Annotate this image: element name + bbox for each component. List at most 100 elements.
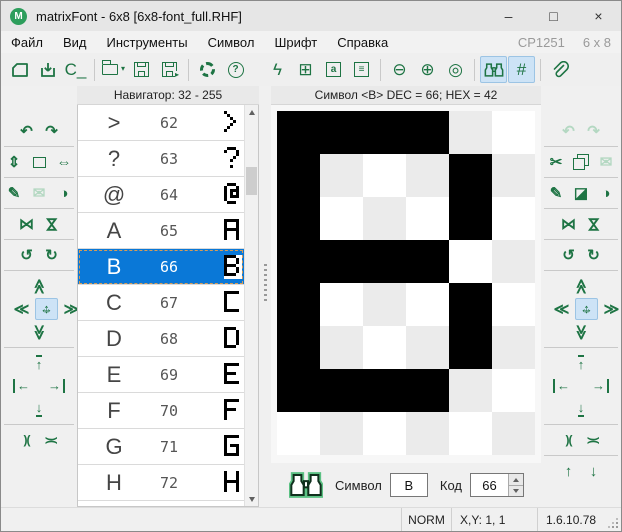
open-font-button[interactable]: ▾ xyxy=(100,56,127,83)
code-spinner[interactable]: 66 xyxy=(470,473,524,497)
align-top-button[interactable]: ↑ xyxy=(570,352,593,374)
rotate-ccw-button[interactable]: ↺ xyxy=(557,244,580,266)
pixel-cell[interactable] xyxy=(363,412,406,455)
squeeze-vertical-button[interactable]: )( xyxy=(40,429,63,451)
shift-left-button[interactable]: ≪ xyxy=(550,298,573,320)
redo-button[interactable]: ↷ xyxy=(40,120,63,142)
pixel-cell[interactable] xyxy=(277,111,320,154)
char-height-button[interactable]: ⇕ xyxy=(3,151,26,173)
pixel-cell[interactable] xyxy=(449,240,492,283)
pixel-cell[interactable] xyxy=(449,111,492,154)
menu-item-5[interactable]: Шрифт xyxy=(264,31,327,53)
symbol-input[interactable] xyxy=(390,473,428,497)
flip-vertical-button[interactable]: ⋈ xyxy=(40,213,63,235)
pixel-cell[interactable] xyxy=(492,197,535,240)
rotate-cw-button[interactable]: ↻ xyxy=(40,244,63,266)
pixel-cell[interactable] xyxy=(406,369,449,412)
pixel-cell[interactable] xyxy=(320,154,363,197)
zoom-in-button[interactable]: ⊕ xyxy=(414,56,441,83)
zoom-fit-button[interactable]: ◎ xyxy=(442,56,469,83)
pixel-cell[interactable] xyxy=(449,283,492,326)
attach-button[interactable] xyxy=(546,56,573,83)
undo-button[interactable]: ↶ xyxy=(15,120,38,142)
flip-horizontal-button[interactable]: ⋈ xyxy=(15,213,38,235)
brush-button[interactable]: ✎ xyxy=(3,182,26,204)
pixel-cell[interactable] xyxy=(406,154,449,197)
move-button[interactable]: ↔↕ xyxy=(35,298,58,320)
pixel-cell[interactable] xyxy=(449,154,492,197)
pixel-cell[interactable] xyxy=(320,412,363,455)
settings-button[interactable] xyxy=(194,56,221,83)
pixel-cell[interactable] xyxy=(277,154,320,197)
align-top-button[interactable]: ↑ xyxy=(28,352,51,374)
pixel-cell[interactable] xyxy=(449,412,492,455)
copy-button[interactable] xyxy=(570,151,593,173)
pixel-cell[interactable] xyxy=(449,369,492,412)
list-item[interactable]: F70 xyxy=(78,393,244,429)
pixel-cell[interactable] xyxy=(320,240,363,283)
pixel-cell[interactable] xyxy=(492,111,535,154)
shift-up-button[interactable]: ≪ xyxy=(570,275,593,297)
grid-toggle-button[interactable]: # xyxy=(508,56,535,83)
minimize-button[interactable]: – xyxy=(486,1,531,31)
pixel-cell[interactable] xyxy=(363,240,406,283)
code-listing-button[interactable]: ≡ xyxy=(348,56,375,83)
preview-symbol-button[interactable]: a xyxy=(320,56,347,83)
flip-vertical-button[interactable]: ⋈ xyxy=(582,213,605,235)
list-item[interactable]: >62 xyxy=(78,105,244,141)
next-symbol-button[interactable]: ↓ xyxy=(582,460,605,482)
pixel-cell[interactable] xyxy=(363,369,406,412)
panel-splitter[interactable] xyxy=(259,86,271,507)
scroll-thumb[interactable] xyxy=(246,167,257,195)
list-item[interactable]: ?63 xyxy=(78,141,244,177)
pixel-cell[interactable] xyxy=(277,326,320,369)
align-bottom-button[interactable]: ↓ xyxy=(28,398,51,420)
rotate-cw-button[interactable]: ↻ xyxy=(582,244,605,266)
align-left-button[interactable]: ← xyxy=(550,375,573,397)
scroll-down-button[interactable] xyxy=(245,492,258,506)
menu-item-3[interactable]: Инструменты xyxy=(97,31,198,53)
pixel-cell[interactable] xyxy=(363,154,406,197)
pixel-cell[interactable] xyxy=(277,283,320,326)
list-item[interactable]: D68 xyxy=(78,321,244,357)
maximize-button[interactable]: □ xyxy=(531,1,576,31)
flip-horizontal-button[interactable]: ⋈ xyxy=(557,213,580,235)
zoom-out-button[interactable]: ⊖ xyxy=(386,56,413,83)
shift-left-button[interactable]: ≪ xyxy=(10,298,33,320)
resize-grip-icon[interactable] xyxy=(609,508,621,531)
pixel-cell[interactable] xyxy=(320,369,363,412)
char-width-button[interactable]: ⇔ xyxy=(53,151,76,173)
menu-item-1[interactable]: Файл xyxy=(1,31,53,53)
import-font-button[interactable] xyxy=(34,56,61,83)
menu-item-6[interactable]: Справка xyxy=(327,31,398,53)
list-item[interactable]: B66 xyxy=(78,249,244,285)
scroll-up-button[interactable] xyxy=(245,105,258,119)
pixel-cell[interactable] xyxy=(406,326,449,369)
pixel-cell[interactable] xyxy=(406,240,449,283)
pixel-cell[interactable] xyxy=(277,412,320,455)
pixel-cell[interactable] xyxy=(449,326,492,369)
spin-down-button[interactable] xyxy=(509,485,523,496)
navigator-toggle-button[interactable] xyxy=(480,56,507,83)
list-item[interactable]: @64 xyxy=(78,177,244,213)
list-item[interactable]: C67 xyxy=(78,285,244,321)
pixel-cell[interactable] xyxy=(320,197,363,240)
list-item[interactable]: E69 xyxy=(78,357,244,393)
pixel-cell[interactable] xyxy=(406,412,449,455)
squeeze-horizontal-button[interactable]: )( xyxy=(557,429,580,451)
pixel-cell[interactable] xyxy=(363,326,406,369)
preview-tiles-button[interactable]: ⊞ xyxy=(292,56,319,83)
close-button[interactable]: × xyxy=(576,1,621,31)
save-as-button[interactable]: ▸ xyxy=(156,56,183,83)
navigator-scrollbar[interactable] xyxy=(244,105,258,506)
spin-up-button[interactable] xyxy=(509,474,523,485)
pixel-cell[interactable] xyxy=(363,197,406,240)
pixel-cell[interactable] xyxy=(406,197,449,240)
invert-button[interactable]: ◑ xyxy=(595,182,618,204)
pixel-cell[interactable] xyxy=(492,240,535,283)
shift-down-button[interactable]: ≫ xyxy=(570,321,593,343)
align-right-button[interactable]: → xyxy=(589,375,612,397)
new-from-code-button[interactable]: C_ xyxy=(62,56,89,83)
invert-button[interactable]: ◑ xyxy=(53,182,76,204)
list-item[interactable]: H72 xyxy=(78,465,244,501)
